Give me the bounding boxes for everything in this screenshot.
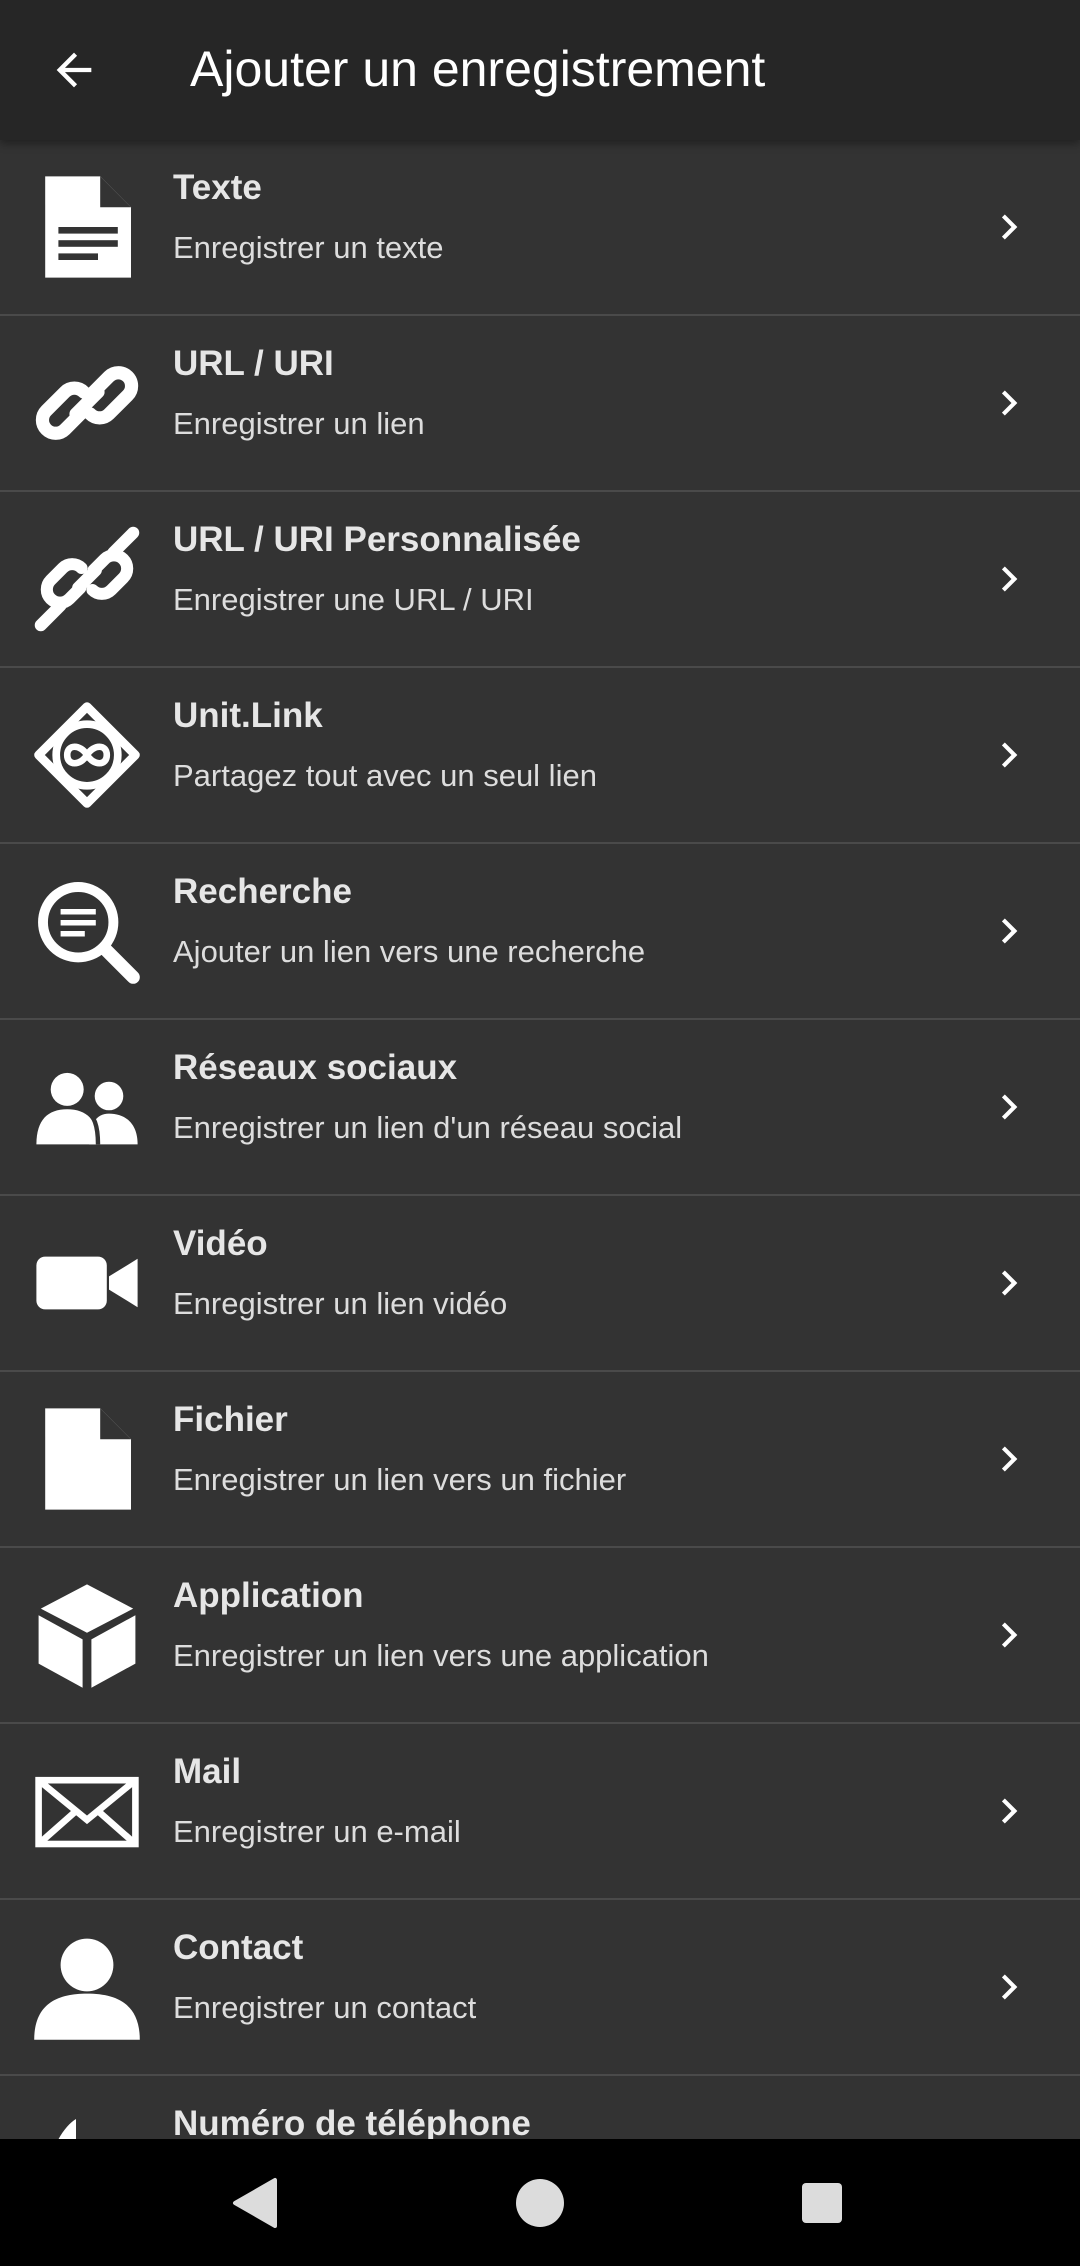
list-item-subtitle: Enregistrer un lien vers un fichier xyxy=(173,1462,627,1497)
recents-square-icon xyxy=(802,2183,842,2223)
list-item-subtitle: Enregistrer une URL / URI xyxy=(173,582,534,617)
back-button[interactable] xyxy=(36,32,112,108)
nav-recents-button[interactable] xyxy=(790,2171,854,2235)
list-item-subtitle: Enregistrer un lien vidéo xyxy=(173,1286,508,1321)
list-item-recherche[interactable]: Recherche Ajouter un lien vers une reche… xyxy=(0,844,1080,1020)
list-item-mail[interactable]: Mail Enregistrer un e-mail xyxy=(0,1724,1080,1900)
chevron-right-icon xyxy=(1001,1270,1018,1296)
nav-back-button[interactable] xyxy=(224,2171,288,2235)
system-navigation-bar xyxy=(0,2139,1080,2266)
list-item-title: Recherche xyxy=(173,872,352,911)
phone-icon xyxy=(30,2109,144,2139)
cube-icon xyxy=(30,1581,144,1689)
list-item-title: Mail xyxy=(173,1752,242,1791)
list-item-custom-url[interactable]: URL / URI Personnalisée Enregistrer une … xyxy=(0,492,1080,668)
list-item-title: URL / URI xyxy=(173,344,334,383)
list-item-title: Numéro de téléphone xyxy=(173,2104,531,2139)
list-item-application[interactable]: Application Enregistrer un lien vers une… xyxy=(0,1548,1080,1724)
list-item-unitlink[interactable]: Unit.Link Partagez tout avec un seul lie… xyxy=(0,668,1080,844)
link-icon xyxy=(30,349,144,457)
nav-home-button[interactable] xyxy=(508,2171,572,2235)
chevron-right-icon xyxy=(1001,1798,1018,1824)
list-item-video[interactable]: Vidéo Enregistrer un lien vidéo xyxy=(0,1196,1080,1372)
list-item-subtitle: Enregistrer un lien xyxy=(173,406,425,441)
list-item-telephone[interactable]: Numéro de téléphone xyxy=(0,2076,1080,2139)
arrow-back-icon xyxy=(56,52,92,88)
list-item-contact[interactable]: Contact Enregistrer un contact xyxy=(0,1900,1080,2076)
list-item-title: URL / URI Personnalisée xyxy=(173,520,581,559)
people-icon xyxy=(30,1053,144,1161)
list-item-texte[interactable]: Texte Enregistrer un texte xyxy=(0,140,1080,316)
list-item-title: Fichier xyxy=(173,1400,288,1439)
chevron-right-icon xyxy=(1001,214,1018,240)
mail-icon xyxy=(30,1757,144,1865)
chevron-right-icon xyxy=(1001,566,1018,592)
list-item-subtitle: Partagez tout avec un seul lien xyxy=(173,758,597,793)
chevron-right-icon xyxy=(1001,1446,1018,1472)
back-triangle-icon xyxy=(233,2178,277,2228)
page-title: Ajouter un enregistrement xyxy=(190,41,766,97)
list-item-reseaux-sociaux[interactable]: Réseaux sociaux Enregistrer un lien d'un… xyxy=(0,1020,1080,1196)
chevron-right-icon xyxy=(1001,1094,1018,1120)
list-item-url[interactable]: URL / URI Enregistrer un lien xyxy=(0,316,1080,492)
list-item-subtitle: Enregistrer un lien vers une application xyxy=(173,1638,709,1673)
chevron-right-icon xyxy=(1001,1622,1018,1648)
list-item-subtitle: Enregistrer un contact xyxy=(173,1990,477,2025)
home-circle-icon xyxy=(516,2179,564,2227)
app-bar: Ajouter un enregistrement xyxy=(0,0,1080,140)
contact-icon xyxy=(30,1933,144,2041)
record-type-list: Texte Enregistrer un texte URL / URI Enr… xyxy=(0,140,1080,2139)
list-item-subtitle: Enregistrer un lien d'un réseau social xyxy=(173,1110,683,1145)
list-item-subtitle: Enregistrer un texte xyxy=(173,230,444,265)
chevron-right-icon xyxy=(1001,918,1018,944)
unitlink-icon xyxy=(30,701,144,809)
custom-link-icon xyxy=(30,525,144,633)
list-item-title: Contact xyxy=(173,1928,304,1967)
list-item-title: Application xyxy=(173,1576,364,1615)
chevron-right-icon xyxy=(1001,390,1018,416)
video-icon xyxy=(30,1229,144,1337)
list-item-title: Réseaux sociaux xyxy=(173,1048,458,1087)
list-item-title: Unit.Link xyxy=(173,696,323,735)
list-item-fichier[interactable]: Fichier Enregistrer un lien vers un fich… xyxy=(0,1372,1080,1548)
list-item-title: Vidéo xyxy=(173,1224,268,1263)
file-icon xyxy=(30,1405,144,1513)
document-icon xyxy=(30,173,144,281)
chevron-right-icon xyxy=(1001,1974,1018,2000)
chevron-right-icon xyxy=(1001,742,1018,768)
list-item-subtitle: Enregistrer un e-mail xyxy=(173,1814,461,1849)
list-item-title: Texte xyxy=(173,168,262,207)
list-item-subtitle: Ajouter un lien vers une recherche xyxy=(173,934,646,969)
search-icon xyxy=(30,877,144,985)
